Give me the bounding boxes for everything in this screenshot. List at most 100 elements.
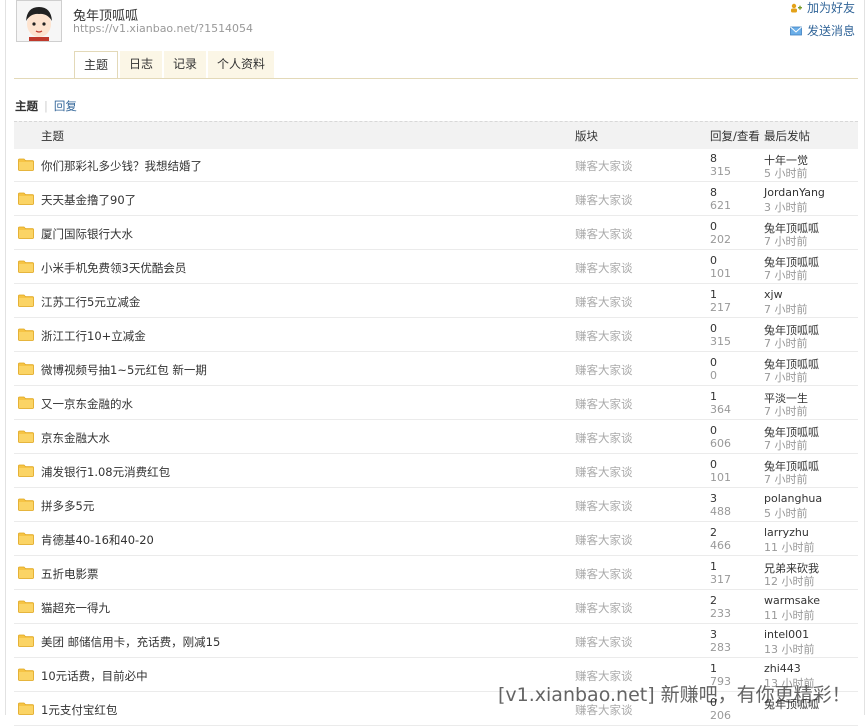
- topic-title-link[interactable]: 江苏工行5元立减金: [41, 294, 140, 310]
- avatar[interactable]: [16, 0, 62, 42]
- topic-forum-link[interactable]: 赚客大家谈: [575, 328, 633, 344]
- last-post-time[interactable]: 7 小时前: [764, 403, 808, 419]
- add-friend-icon: [790, 3, 802, 12]
- last-post-user[interactable]: JordanYang: [764, 186, 825, 199]
- folder-icon: [18, 668, 34, 681]
- topic-forum-link[interactable]: 赚客大家谈: [575, 498, 633, 514]
- topic-title-link[interactable]: 五折电影票: [41, 566, 99, 582]
- reply-count: 2: [710, 594, 717, 607]
- subnav-separator: |: [44, 99, 48, 113]
- view-count: 206: [710, 709, 731, 722]
- send-message-link[interactable]: 发送消息: [790, 23, 855, 38]
- header-stats: 回复/查看: [710, 129, 760, 143]
- reply-count: 8: [710, 186, 717, 199]
- profile-url[interactable]: https://v1.xianbao.net/?1514054: [73, 22, 253, 35]
- reply-count: 1: [710, 662, 717, 675]
- topic-title-link[interactable]: 京东金融大水: [41, 430, 110, 446]
- folder-icon: [18, 600, 34, 613]
- last-post-time[interactable]: 5 小时前: [764, 505, 808, 521]
- last-post-time[interactable]: 7 小时前: [764, 471, 808, 487]
- last-post-time[interactable]: 7 小时前: [764, 437, 808, 453]
- view-count: 315: [710, 335, 731, 348]
- topic-title-link[interactable]: 10元话费，目前必中: [41, 668, 148, 684]
- header-title: 主题: [41, 129, 64, 143]
- topic-title-link[interactable]: 又一京东金融的水: [41, 396, 133, 412]
- header-forum: 版块: [575, 129, 598, 143]
- last-post-user[interactable]: intel001: [764, 628, 809, 641]
- folder-icon: [18, 464, 34, 477]
- topic-forum-link[interactable]: 赚客大家谈: [575, 396, 633, 412]
- table-row: 微博视频号抽1~5元红包 新一期 赚客大家谈 0 0 兔年顶呱呱 7 小时前: [14, 352, 858, 386]
- last-post-time[interactable]: 13 小时前: [764, 641, 815, 657]
- topic-forum-link[interactable]: 赚客大家谈: [575, 362, 633, 378]
- folder-icon: [18, 396, 34, 409]
- topic-forum-link[interactable]: 赚客大家谈: [575, 260, 633, 276]
- last-post-user[interactable]: xjw: [764, 288, 783, 301]
- topic-title-link[interactable]: 浙江工行10+立减金: [41, 328, 146, 344]
- topic-forum-link[interactable]: 赚客大家谈: [575, 566, 633, 582]
- topic-title-link[interactable]: 厦门国际银行大水: [41, 226, 133, 242]
- tab-blog[interactable]: 日志: [120, 51, 163, 79]
- tab-topics[interactable]: 主题: [74, 51, 119, 79]
- last-post-time[interactable]: 7 小时前: [764, 301, 808, 317]
- topic-forum-link[interactable]: 赚客大家谈: [575, 430, 633, 446]
- topic-forum-link[interactable]: 赚客大家谈: [575, 294, 633, 310]
- topic-title-link[interactable]: 肯德基40-16和40-20: [41, 532, 154, 548]
- last-post-time[interactable]: 5 小时前: [764, 165, 808, 181]
- view-count: 283: [710, 641, 731, 654]
- last-post-time[interactable]: 11 小时前: [764, 539, 815, 555]
- view-count: 364: [710, 403, 731, 416]
- subnav-topics[interactable]: 主题: [15, 98, 38, 114]
- topic-title-link[interactable]: 你们那彩礼多少钱？我想结婚了: [41, 158, 202, 174]
- topic-title-link[interactable]: 小米手机免费领3天优酷会员: [41, 260, 186, 276]
- watermark: [v1.xianbao.net] 新赚吧，有你更精彩！: [498, 684, 851, 706]
- last-post-time[interactable]: 12 小时前: [764, 573, 815, 589]
- table-row: 浦发银行1.08元消费红包 赚客大家谈 0 101 兔年顶呱呱 7 小时前: [14, 454, 858, 488]
- last-post-user[interactable]: zhi443: [764, 662, 801, 675]
- folder-icon: [18, 260, 34, 273]
- topic-forum-link[interactable]: 赚客大家谈: [575, 226, 633, 242]
- last-post-user[interactable]: larryzhu: [764, 526, 809, 539]
- topic-title-link[interactable]: 天天基金撸了90了: [41, 192, 136, 208]
- last-post-user[interactable]: polanghua: [764, 492, 822, 505]
- last-post-time[interactable]: 7 小时前: [764, 267, 808, 283]
- tab-divider: [14, 78, 858, 79]
- folder-icon: [18, 634, 34, 647]
- folder-icon: [18, 430, 34, 443]
- topic-forum-link[interactable]: 赚客大家谈: [575, 600, 633, 616]
- add-friend-label: 加为好友: [806, 1, 855, 15]
- topic-title-link[interactable]: 猫超充一得九: [41, 600, 110, 616]
- topic-title-link[interactable]: 1元支付宝红包: [41, 702, 117, 718]
- reply-count: 8: [710, 152, 717, 165]
- view-count: 606: [710, 437, 731, 450]
- subnav-replies[interactable]: 回复: [54, 98, 77, 114]
- tab-records[interactable]: 记录: [164, 51, 207, 79]
- last-post-time[interactable]: 11 小时前: [764, 607, 815, 623]
- topic-title-link[interactable]: 拼多多5元: [41, 498, 94, 514]
- topic-title-link[interactable]: 美团 邮储信用卡，充话费，刚减15: [41, 634, 220, 650]
- topic-forum-link[interactable]: 赚客大家谈: [575, 192, 633, 208]
- folder-icon: [18, 192, 34, 205]
- last-post-user[interactable]: warmsake: [764, 594, 820, 607]
- folder-icon: [18, 498, 34, 511]
- topic-forum-link[interactable]: 赚客大家谈: [575, 158, 633, 174]
- reply-count: 1: [710, 560, 717, 573]
- table-row: 五折电影票 赚客大家谈 1 317 兄弟来砍我 12 小时前: [14, 556, 858, 590]
- last-post-time[interactable]: 7 小时前: [764, 369, 808, 385]
- tab-profile[interactable]: 个人资料: [208, 51, 275, 79]
- subnav: 主题 | 回复: [15, 98, 77, 114]
- folder-icon: [18, 362, 34, 375]
- topic-forum-link[interactable]: 赚客大家谈: [575, 634, 633, 650]
- topic-title-link[interactable]: 微博视频号抽1~5元红包 新一期: [41, 362, 207, 378]
- add-friend-link[interactable]: 加为好友: [790, 0, 855, 15]
- profile-actions: 加为好友 发送消息: [790, 0, 855, 46]
- last-post-time[interactable]: 3 小时前: [764, 199, 808, 215]
- last-post-time[interactable]: 7 小时前: [764, 335, 808, 351]
- topic-forum-link[interactable]: 赚客大家谈: [575, 532, 633, 548]
- view-count: 101: [710, 267, 731, 280]
- topic-forum-link[interactable]: 赚客大家谈: [575, 464, 633, 480]
- envelope-icon: [790, 26, 802, 35]
- last-post-time[interactable]: 7 小时前: [764, 233, 808, 249]
- profile-tabs: 主题 日志 记录 个人资料: [74, 51, 276, 79]
- topic-title-link[interactable]: 浦发银行1.08元消费红包: [41, 464, 170, 480]
